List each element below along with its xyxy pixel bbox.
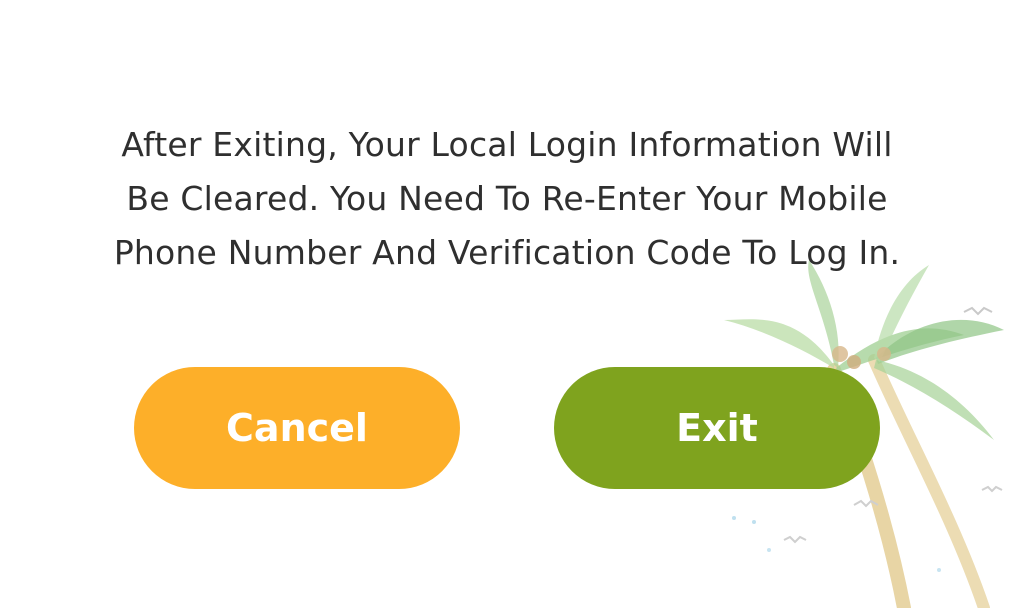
logout-warning-message: After Exiting, Your Local Login Informat… bbox=[0, 118, 1014, 280]
message-line: Be Cleared. You Need To Re-Enter Your Mo… bbox=[126, 179, 888, 218]
message-line: After Exiting, Your Local Login Informat… bbox=[121, 125, 893, 164]
message-line: Phone Number And Verification Code To Lo… bbox=[113, 233, 901, 272]
cancel-button-label: Cancel bbox=[226, 406, 368, 450]
exit-button-label: Exit bbox=[676, 406, 758, 450]
logout-confirm-dialog: After Exiting, Your Local Login Informat… bbox=[0, 0, 1014, 608]
cancel-button[interactable]: Cancel bbox=[134, 367, 460, 489]
exit-button[interactable]: Exit bbox=[554, 367, 880, 489]
